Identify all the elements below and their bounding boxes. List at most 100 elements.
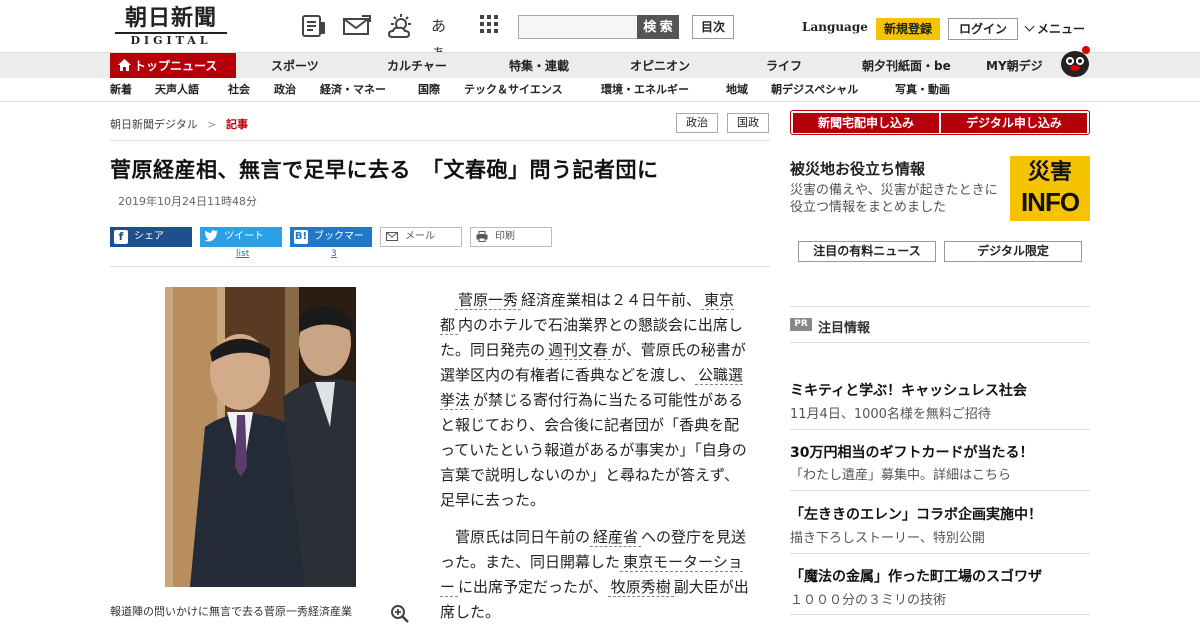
- article-paragraph-1: 菅原一秀 経済産業相は２４日午前、 東京都 内のホテルで石油業界との懇談会に出席した。…: [440, 288, 750, 513]
- twitter-list-link[interactable]: list: [236, 249, 249, 259]
- breadcrumb: 朝日新聞デジタル > 記事: [110, 116, 248, 132]
- ad-subtitle[interactable]: 11月4日、1000名様を無料ご招待: [790, 403, 991, 422]
- keyword-link[interactable]: 菅原一秀: [455, 291, 522, 310]
- tag-politics[interactable]: 政治: [676, 113, 718, 133]
- weather-icon[interactable]: [386, 13, 414, 39]
- home-delivery-button[interactable]: 新聞宅配申し込み: [793, 113, 939, 133]
- nav-latest[interactable]: 新着: [110, 78, 132, 102]
- nav-top-news-label: トップニュース: [134, 59, 218, 73]
- nav-culture[interactable]: カルチャー: [387, 53, 447, 79]
- digital-apply-button[interactable]: デジタル申し込み: [941, 113, 1087, 133]
- keyword-link[interactable]: 経産省: [590, 528, 642, 547]
- divider: [790, 490, 1090, 491]
- info-badge-bottom: INFO: [1020, 187, 1080, 217]
- article-date: 2019年10月24日11時48分: [118, 195, 257, 208]
- paragraph-text: 経済産業相は２４日午前、: [521, 291, 702, 309]
- nav-economy[interactable]: 経済・マネー: [320, 78, 386, 102]
- zoom-icon[interactable]: [390, 604, 410, 624]
- nav-my-asahi[interactable]: MY朝デジ: [986, 53, 1043, 79]
- breadcrumb-separator: >: [207, 118, 217, 131]
- hatena-count[interactable]: 3: [331, 249, 337, 259]
- ad-title[interactable]: ミキティと学ぶ！キャッシュレス社会: [790, 380, 1027, 400]
- nav-features[interactable]: 特集・連載: [509, 53, 569, 79]
- font-size-icon[interactable]: あぁ: [431, 13, 459, 61]
- printer-icon: [475, 231, 489, 245]
- photo-caption: 報道陣の問いかけに無言で去る菅原一秀経済産業: [110, 605, 352, 618]
- paragraph-text: 菅原氏は同日午前の: [455, 528, 591, 546]
- ad-title[interactable]: 「魔法の金属」作った町工場のスゴワザ: [790, 566, 1042, 586]
- article-photo[interactable]: [165, 287, 356, 587]
- nav-region[interactable]: 地域: [726, 78, 748, 102]
- menu-label: メニュー: [1037, 22, 1086, 36]
- divider: [790, 614, 1090, 615]
- search-button[interactable]: 検 索: [637, 15, 679, 39]
- tag-national-politics[interactable]: 国政: [727, 113, 769, 133]
- facebook-share-label: シェア: [134, 231, 164, 242]
- breadcrumb-home[interactable]: 朝日新聞デジタル: [110, 118, 198, 131]
- language-link[interactable]: Language: [802, 20, 868, 34]
- pr-section-title: 注目情報: [818, 321, 871, 336]
- ad-subtitle[interactable]: １０００分の３ミリの技術: [790, 589, 946, 608]
- nav-special[interactable]: 朝デジスペシャル: [771, 78, 858, 102]
- primary-nav: トップニュース スポーツ カルチャー 特集・連載 オピニオン ライフ 朝夕刊紙面…: [0, 52, 1200, 79]
- digital-only-button[interactable]: デジタル限定: [944, 241, 1082, 262]
- ad-title[interactable]: 30万円相当のギフトカードが当たる！: [790, 442, 1033, 462]
- mascot-icon[interactable]: [1058, 44, 1092, 78]
- paragraph-text: が禁じる寄付行為に当たる可能性があると報じており、会合後に記者団が「香典を配って…: [440, 391, 747, 509]
- nav-society[interactable]: 社会: [228, 78, 250, 102]
- twitter-share-button[interactable]: ツイート: [200, 227, 282, 247]
- divider: [790, 429, 1090, 430]
- ad-subtitle[interactable]: 「わたし遺産」募集中。詳細はこちら: [790, 464, 1011, 483]
- nav-tech[interactable]: テック＆サイエンス: [464, 78, 563, 102]
- ad-title[interactable]: 「左ききのエレン」コラボ企画実施中！: [790, 504, 1042, 524]
- disaster-info-badge[interactable]: 災害 INFO: [1010, 156, 1090, 221]
- paragraph-text: に出席予定だったが、: [458, 578, 608, 596]
- hatena-icon: B!: [294, 230, 308, 244]
- login-button[interactable]: ログイン: [948, 18, 1018, 40]
- nav-tenseijingo[interactable]: 天声人語: [155, 78, 199, 102]
- paid-news-button[interactable]: 注目の有料ニュース: [798, 241, 936, 262]
- mail-icon[interactable]: [342, 13, 371, 39]
- disaster-info-title[interactable]: 被災地お役立ち情報: [790, 158, 925, 179]
- pr-badge: PR: [790, 318, 812, 331]
- logo-japanese: 朝日新聞: [124, 5, 217, 31]
- nav-life[interactable]: ライフ: [766, 53, 802, 79]
- keyword-link[interactable]: 週刊文春: [545, 341, 612, 360]
- site-logo[interactable]: 朝日新聞 DIGITAL: [115, 6, 227, 48]
- register-button[interactable]: 新規登録: [876, 18, 940, 40]
- nav-international[interactable]: 国際: [418, 78, 440, 102]
- secondary-nav: 新着 天声人語 社会 政治 経済・マネー 国際 テック＆サイエンス 環境・エネル…: [0, 78, 1200, 102]
- divider: [110, 266, 770, 267]
- nav-environment[interactable]: 環境・エネルギー: [601, 78, 689, 102]
- disaster-info-description[interactable]: 災害の備えや、災害が起きたときに役立つ情報をまとめました: [790, 182, 1008, 216]
- keyword-link[interactable]: 牧原秀樹: [607, 578, 674, 597]
- ad-subtitle[interactable]: 描き下ろしストーリー、特別公開: [790, 527, 985, 546]
- divider: [790, 306, 1090, 307]
- nav-top-news[interactable]: トップニュース: [110, 53, 236, 79]
- hatena-bookmark-button[interactable]: B! ブックマーク: [290, 227, 372, 262]
- mail-share-button[interactable]: メール: [380, 227, 462, 247]
- search-input[interactable]: [518, 15, 638, 39]
- article-body: 菅原一秀 経済産業相は２４日午前、 東京都 内のホテルで石油業界との懇談会に出席した。…: [440, 288, 750, 630]
- twitter-share-label: ツイート: [224, 231, 264, 242]
- site-header: 朝日新聞 DIGITAL あぁ 検 索 目次 Language 新規登録 ログイ…: [0, 0, 1200, 61]
- nav-opinion[interactable]: オピニオン: [630, 53, 690, 79]
- divider: [790, 553, 1090, 554]
- grid-menu-icon[interactable]: [478, 13, 506, 39]
- nav-sports[interactable]: スポーツ: [271, 53, 319, 79]
- nav-paper[interactable]: 朝夕刊紙面・be: [862, 53, 951, 79]
- home-icon: [118, 59, 131, 71]
- index-button[interactable]: 目次: [692, 15, 734, 39]
- nav-politics[interactable]: 政治: [274, 78, 296, 102]
- twitter-icon: [204, 230, 218, 244]
- mail-label: メール: [405, 231, 435, 242]
- hatena-label: ブックマーク: [314, 231, 364, 262]
- nav-photo-video[interactable]: 写真・動画: [895, 78, 950, 102]
- menu-button[interactable]: メニュー: [1024, 20, 1086, 37]
- print-button[interactable]: 印刷: [470, 227, 552, 247]
- breadcrumb-current: 記事: [226, 118, 248, 131]
- logo-english: DIGITAL: [115, 32, 227, 48]
- article-paragraph-2: 菅原氏は同日午前の 経産省 への登庁を見送った。また、同日開幕した 東京モーターショー…: [440, 525, 750, 625]
- facebook-share-button[interactable]: f シェア: [110, 227, 192, 247]
- newspaper-icon[interactable]: [300, 13, 328, 39]
